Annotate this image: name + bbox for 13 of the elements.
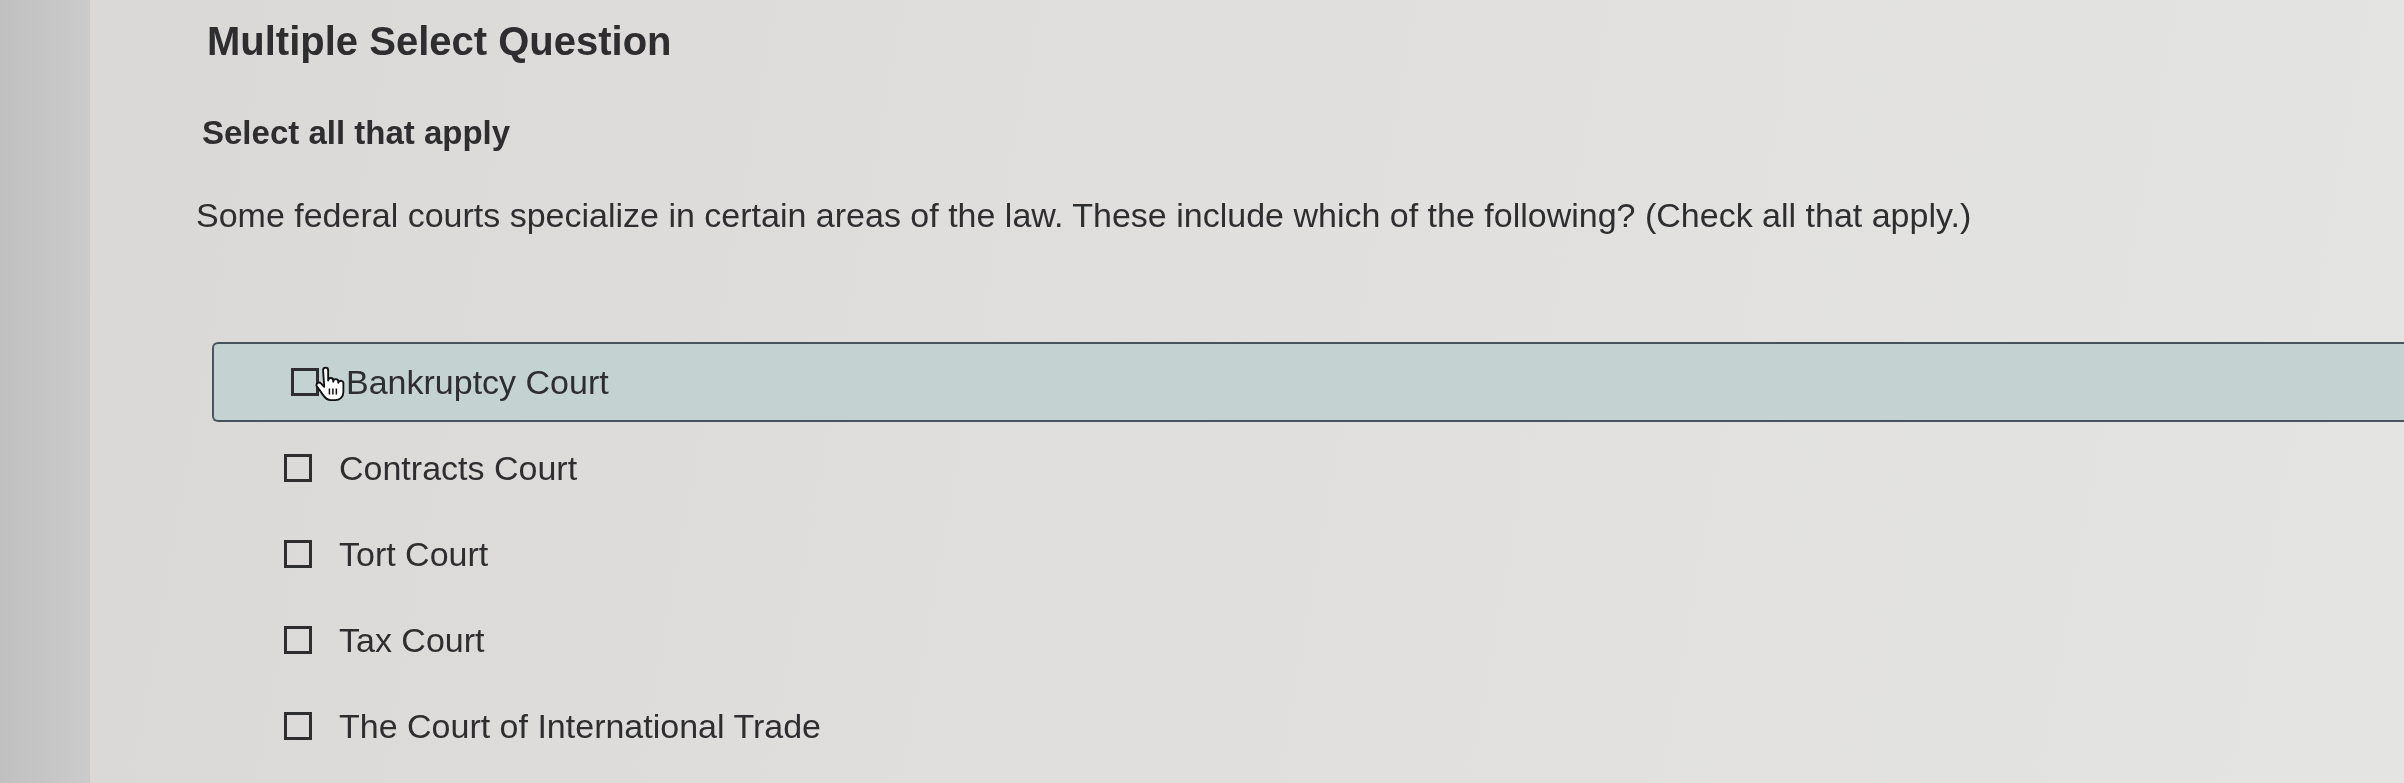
checkbox[interactable]	[284, 626, 312, 654]
answer-option[interactable]: Bankruptcy Court	[212, 342, 2404, 422]
question-text: Some federal courts specialize in certain areas of the law. These include which of the following? (Check all that apply.)	[196, 195, 1973, 235]
hand-pointer-icon	[315, 366, 345, 402]
answer-option[interactable]: Contracts Court	[202, 448, 578, 488]
answer-option[interactable]: The Court of International Trade	[202, 706, 821, 746]
checkbox[interactable]	[284, 712, 312, 740]
question-type-title: Multiple Select Question	[206, 18, 673, 65]
answer-option[interactable]: Tort Court	[202, 534, 489, 574]
instruction-text: Select all that apply	[202, 113, 512, 153]
checkbox[interactable]	[284, 540, 312, 568]
answer-option[interactable]: Tax Court	[202, 620, 485, 660]
checkbox[interactable]	[284, 454, 312, 482]
